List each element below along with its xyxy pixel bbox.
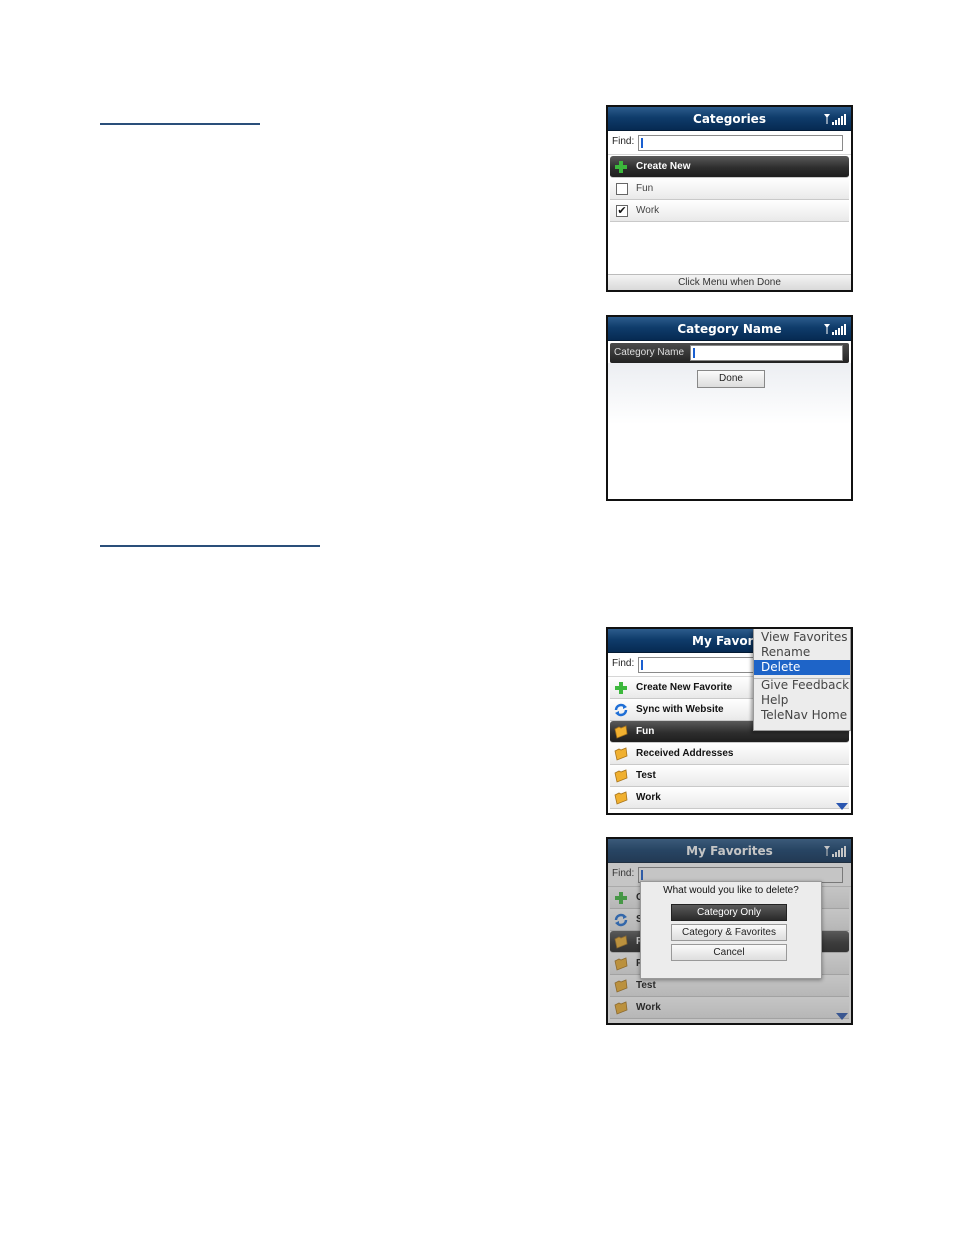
- delete-dialog: What would you like to delete? Category …: [640, 881, 822, 979]
- category-name-input[interactable]: [690, 345, 843, 361]
- folder-icon: [614, 725, 628, 739]
- context-menu: View Favorites Rename Delete Give Feedba…: [753, 629, 851, 731]
- folder-icon: [614, 791, 628, 805]
- find-label: Find:: [612, 658, 635, 669]
- menu-item-rename[interactable]: Rename: [754, 645, 850, 660]
- plus-icon: [615, 682, 627, 694]
- category-name-screen: Category Name Category Name Done: [606, 315, 853, 501]
- doc-link-underline[interactable]: [100, 123, 260, 125]
- category-name-row: Category Name: [610, 343, 849, 363]
- text-caret: [641, 138, 643, 148]
- folder-icon: [614, 769, 628, 783]
- list-item-label: Create New: [636, 161, 691, 172]
- category-item-fun[interactable]: Fun: [610, 178, 849, 200]
- find-label: Find:: [612, 136, 635, 147]
- title-bar: Category Name: [608, 317, 851, 341]
- create-new-item[interactable]: Create New: [610, 156, 849, 178]
- plus-icon: [615, 161, 627, 173]
- screen-title: My Favorit: [692, 634, 764, 648]
- signal-strength-icon: [824, 114, 846, 125]
- menu-item-view-favorites[interactable]: View Favorites: [754, 630, 850, 645]
- category-and-favorites-button[interactable]: Category & Favorites: [671, 924, 787, 941]
- menu-item-help[interactable]: Help: [754, 693, 850, 708]
- list-item-label: Test: [636, 770, 656, 781]
- text-caret: [693, 348, 695, 358]
- dialog-title: What would you like to delete?: [663, 885, 799, 896]
- category-item-work[interactable]: ✔ Work: [610, 200, 849, 222]
- list-item-label: Work: [636, 792, 661, 803]
- menu-item-give-feedback[interactable]: Give Feedback: [754, 678, 850, 693]
- menu-item-telenav-home[interactable]: TeleNav Home: [754, 708, 850, 723]
- title-bar: Categories: [608, 107, 851, 131]
- done-button[interactable]: Done: [697, 370, 765, 388]
- menu-item-delete[interactable]: Delete: [754, 660, 850, 675]
- folder-icon: [614, 747, 628, 761]
- screen-title: Categories: [693, 112, 766, 126]
- doc-link-underline[interactable]: [100, 545, 320, 547]
- category-only-button[interactable]: Category Only: [671, 904, 787, 921]
- find-row: Find:: [608, 131, 851, 155]
- screen-title: Category Name: [677, 322, 782, 336]
- folder-item-test[interactable]: Test: [610, 765, 849, 787]
- list-item-label: Work: [636, 205, 660, 216]
- status-bar: Click Menu when Done: [608, 274, 851, 290]
- list-item-label: Create New Favorite: [636, 682, 733, 693]
- text-caret: [641, 660, 643, 670]
- folder-item-received-addresses[interactable]: Received Addresses: [610, 743, 849, 765]
- list-item-label: Fun: [636, 726, 655, 737]
- my-favorites-menu-screen: My Favorit Find: Create New Favorite Syn…: [606, 627, 853, 815]
- cancel-button[interactable]: Cancel: [671, 944, 787, 961]
- scroll-down-icon[interactable]: [836, 803, 848, 810]
- checkbox-checked[interactable]: ✔: [616, 205, 628, 217]
- find-input[interactable]: [638, 135, 843, 151]
- categories-screen: Categories Find: Create New Fun ✔ Work C…: [606, 105, 853, 292]
- category-name-label: Category Name: [614, 347, 685, 358]
- checkbox[interactable]: [616, 183, 628, 195]
- list-item-label: Fun: [636, 183, 654, 194]
- folder-item-work[interactable]: Work: [610, 787, 849, 809]
- list-item-label: Sync with Website: [636, 704, 724, 715]
- signal-strength-icon: [824, 324, 846, 335]
- delete-dialog-screen: My Favorites Find: C S F F Test Work Wha…: [606, 837, 853, 1025]
- list-item-label: Received Addresses: [636, 748, 734, 759]
- sync-icon: [614, 703, 628, 717]
